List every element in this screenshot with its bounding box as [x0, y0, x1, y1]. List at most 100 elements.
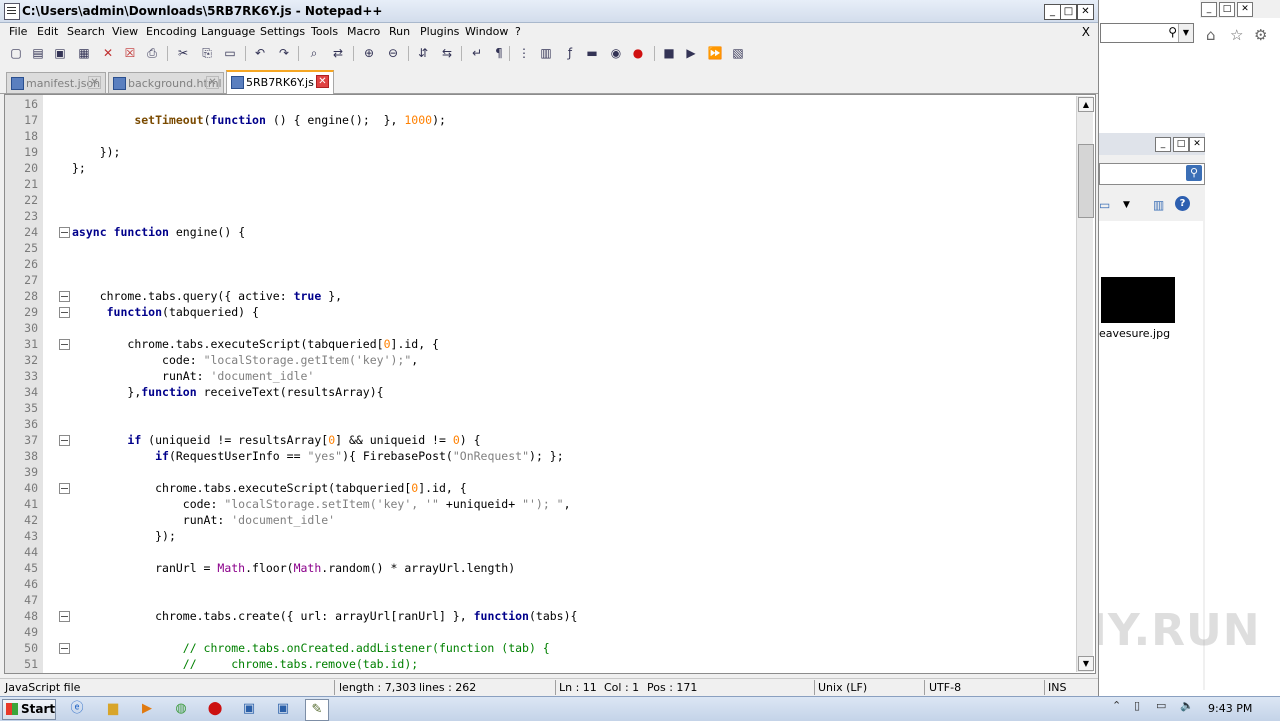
close-button[interactable]: ✕: [1077, 4, 1094, 20]
fold-toggle-icon[interactable]: [59, 307, 70, 318]
preview-pane-icon[interactable]: ▥: [1153, 198, 1164, 212]
code-line[interactable]: 30: [5, 320, 1075, 336]
bg-folder-search-input[interactable]: ⚲: [1099, 163, 1205, 185]
save-macro-icon[interactable]: ▧: [730, 45, 746, 61]
code-line[interactable]: 27: [5, 272, 1075, 288]
tray-volume-icon[interactable]: 🔈: [1180, 699, 1194, 712]
code-lines[interactable]: 16 17 setTimeout(function () { engine(); …: [5, 95, 1075, 673]
menu-item-settings[interactable]: Settings: [260, 25, 305, 38]
clock[interactable]: 9:43 PM: [1208, 702, 1252, 715]
print-icon[interactable]: ⎙: [144, 45, 160, 61]
save-all-icon[interactable]: ▦: [76, 45, 92, 61]
code-line[interactable]: 26: [5, 256, 1075, 272]
code-line[interactable]: 31 chrome.tabs.executeScript(tabqueried[…: [5, 336, 1075, 352]
menu-item-edit[interactable]: Edit: [37, 25, 58, 38]
tab-file[interactable]: manifest.json ✕: [6, 72, 106, 93]
app-window-icon[interactable]: ▣: [238, 699, 260, 719]
tab-close-icon[interactable]: ✕: [316, 75, 329, 88]
scroll-up-icon[interactable]: ▲: [1078, 97, 1094, 112]
code-line[interactable]: 42 runAt: 'document_idle': [5, 512, 1075, 528]
code-line[interactable]: 28 chrome.tabs.query({ active: true },: [5, 288, 1075, 304]
opera-icon[interactable]: ⬤: [204, 699, 226, 719]
menu-item-window[interactable]: Window: [465, 25, 508, 38]
tab-close-icon[interactable]: ✕: [88, 76, 101, 89]
code-line[interactable]: 47: [5, 592, 1075, 608]
record-macro-icon[interactable]: ●: [630, 45, 646, 61]
zoom-out-icon[interactable]: ⊖: [385, 45, 401, 61]
bg-close-button[interactable]: ✕: [1237, 2, 1253, 17]
code-line[interactable]: 44: [5, 544, 1075, 560]
word-wrap-icon[interactable]: ↵: [469, 45, 485, 61]
fold-toggle-icon[interactable]: [59, 339, 70, 350]
scrollbar-thumb[interactable]: [1078, 144, 1094, 218]
menu-item-run[interactable]: Run: [389, 25, 410, 38]
zoom-in-icon[interactable]: ⊕: [361, 45, 377, 61]
monitoring-icon[interactable]: ◉: [608, 45, 624, 61]
bg-folder-minimize-button[interactable]: _: [1155, 137, 1171, 152]
bg-folder-maximize-button[interactable]: □: [1173, 137, 1189, 152]
tray-monitor-icon[interactable]: ▭: [1156, 699, 1166, 712]
stop-macro-icon[interactable]: ■: [661, 45, 677, 61]
undo-icon[interactable]: ↶: [252, 45, 268, 61]
function-list-icon[interactable]: ƒ: [562, 45, 578, 61]
chrome-icon[interactable]: ◍: [170, 699, 192, 719]
tray-expand-icon[interactable]: ⌃: [1112, 699, 1121, 712]
code-line[interactable]: 41 code: "localStorage.setItem('key', '"…: [5, 496, 1075, 512]
folder-workspace-icon[interactable]: ▬: [584, 45, 600, 61]
media-player-icon[interactable]: ▶: [136, 699, 158, 719]
close-document-button[interactable]: X: [1082, 25, 1090, 39]
fold-toggle-icon[interactable]: [59, 227, 70, 238]
code-line[interactable]: 18: [5, 128, 1075, 144]
replace-icon[interactable]: ⇄: [330, 45, 346, 61]
fold-toggle-icon[interactable]: [59, 435, 70, 446]
code-line[interactable]: 22: [5, 192, 1075, 208]
close-icon[interactable]: ✕: [100, 45, 116, 61]
code-line[interactable]: 36: [5, 416, 1075, 432]
code-line[interactable]: 24 async function engine() {: [5, 224, 1075, 240]
new-file-icon[interactable]: ▢: [8, 45, 24, 61]
menu-item-help[interactable]: ?: [515, 25, 521, 38]
chevron-down-icon[interactable]: ▼: [1123, 200, 1130, 210]
code-line[interactable]: 20};: [5, 160, 1075, 176]
menu-item-view[interactable]: View: [112, 25, 138, 38]
code-line[interactable]: 51 // chrome.tabs.remove(tab.id);: [5, 656, 1075, 672]
menu-item-macro[interactable]: Macro: [347, 25, 380, 38]
code-line[interactable]: 35: [5, 400, 1075, 416]
home-icon[interactable]: ⌂: [1206, 26, 1216, 44]
maximize-button[interactable]: □: [1060, 4, 1077, 20]
star-icon[interactable]: ☆: [1230, 26, 1243, 44]
fold-toggle-icon[interactable]: [59, 291, 70, 302]
bg-minimize-button[interactable]: _: [1201, 2, 1217, 17]
search-icon[interactable]: ⚲: [1168, 25, 1177, 39]
folder-icon[interactable]: ▆: [102, 699, 124, 719]
code-line[interactable]: 29 function(tabqueried) {: [5, 304, 1075, 320]
code-line[interactable]: 40 chrome.tabs.executeScript(tabqueried[…: [5, 480, 1075, 496]
code-line[interactable]: 33 runAt: 'document_idle': [5, 368, 1075, 384]
code-line[interactable]: 48 chrome.tabs.create({ url: arrayUrl[ra…: [5, 608, 1075, 624]
tab-file[interactable]: background.html ✕: [108, 72, 224, 93]
cut-icon[interactable]: ✂: [175, 45, 191, 61]
redo-icon[interactable]: ↷: [276, 45, 292, 61]
help-icon[interactable]: ?: [1175, 196, 1190, 211]
open-file-icon[interactable]: ▤: [30, 45, 46, 61]
minimize-button[interactable]: _: [1044, 4, 1061, 20]
menu-item-tools[interactable]: Tools: [311, 25, 338, 38]
menu-item-plugins[interactable]: Plugins: [420, 25, 459, 38]
scroll-down-icon[interactable]: ▼: [1078, 656, 1094, 671]
code-line[interactable]: 21: [5, 176, 1075, 192]
code-line[interactable]: 39: [5, 464, 1075, 480]
fold-toggle-icon[interactable]: [59, 611, 70, 622]
code-line[interactable]: 32 code: "localStorage.getItem('key');",: [5, 352, 1075, 368]
app-window-icon[interactable]: ▣: [272, 699, 294, 719]
code-line[interactable]: 46: [5, 576, 1075, 592]
code-line[interactable]: 43 });: [5, 528, 1075, 544]
doc-map-icon[interactable]: ▥: [538, 45, 554, 61]
show-all-chars-icon[interactable]: ¶: [491, 45, 507, 61]
code-line[interactable]: 37 if (uniqueid != resultsArray[0] && un…: [5, 432, 1075, 448]
bg-maximize-button[interactable]: □: [1219, 2, 1235, 17]
file-label[interactable]: eavesure.jpg: [1099, 327, 1170, 340]
code-line[interactable]: 19 });: [5, 144, 1075, 160]
tray-network-icon[interactable]: ▯: [1134, 699, 1140, 712]
sync-h-icon[interactable]: ⇆: [439, 45, 455, 61]
code-line[interactable]: 25: [5, 240, 1075, 256]
